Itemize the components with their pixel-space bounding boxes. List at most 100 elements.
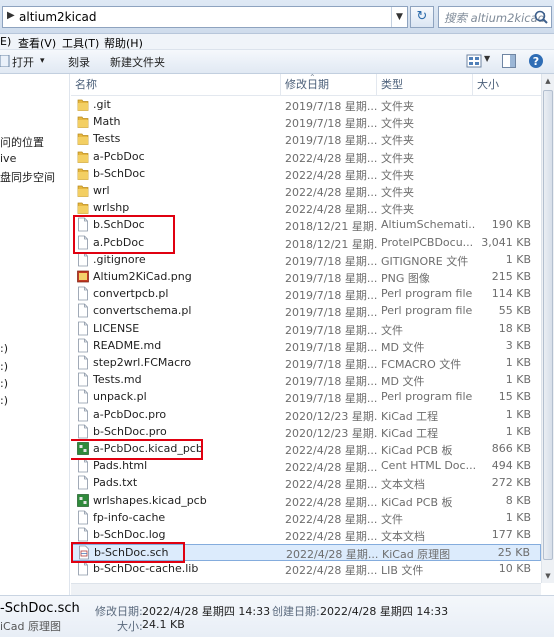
nav-item-recent-places[interactable]: 问的位置 [0,134,44,150]
search-placeholder: 搜索 altium2kicad [444,11,545,25]
nav-item-disk-2[interactable]: :) [0,360,8,373]
column-type[interactable]: 类型 [377,74,473,96]
file-row[interactable]: .git 2019/7/18 星期... 文件夹 [71,97,541,114]
file-row[interactable]: a.PcbDoc 2018/12/21 星期... ProtelPCBDocu...… [71,235,541,252]
file-name[interactable]: Pads.html [93,459,147,472]
file-name[interactable]: b.SchDoc [93,218,145,231]
file-row[interactable]: Pads.txt 2022/4/28 星期... 文本文档 272 KB [71,475,541,492]
view-options-dropdown-icon[interactable]: ▼ [484,54,490,63]
column-date[interactable]: 修改日期 [281,74,377,96]
file-row[interactable]: a-PcbDoc 2022/4/28 星期... 文件夹 [71,149,541,166]
file-row[interactable]: wrlshapes.kicad_pcb 2022/4/28 星期... KiCad … [71,493,541,510]
new-folder-button[interactable]: 新建文件夹 [110,54,165,70]
file-name[interactable]: wrl [93,184,110,197]
file-row[interactable]: Altium2KiCad.png 2019/7/18 星期... PNG 图像 215… [71,269,541,286]
preview-pane-icon[interactable] [502,54,516,68]
file-row[interactable]: b-SchDoc-cache.lib 2022/4/28 星期... LIB 文件 1… [71,561,541,578]
file-name[interactable]: a-PcbDoc [93,150,145,163]
help-icon[interactable]: ? [528,53,544,69]
file-name[interactable]: Altium2KiCad.png [93,270,192,283]
file-row[interactable]: wrl 2022/4/28 星期... 文件夹 [71,183,541,200]
file-name[interactable]: LICENSE [93,322,139,335]
file-name[interactable]: a-PcbDoc.pro [93,408,166,421]
open-dropdown-icon[interactable]: ▾ [40,56,45,66]
vertical-scrollbar[interactable]: ▲ ▼ [541,74,554,583]
address-bar[interactable]: ▶ altium2kicad ▼ [2,6,408,28]
details-file-type: iCad 原理图 [0,620,61,633]
menu-tools[interactable]: 工具(T) [62,35,99,51]
file-row[interactable]: a-PcbDoc.kicad_pcb 2022/4/28 星期... KiCad P… [71,441,541,458]
change-view-icon[interactable] [466,54,482,68]
address-history-dropdown-icon[interactable]: ▼ [391,7,407,27]
nav-item-sync-space[interactable]: 盘同步空间 [0,169,55,185]
nav-item-disk-1[interactable]: :) [0,342,8,355]
file-row[interactable]: b-SchDoc.pro 2020/12/23 星期... KiCad 工程 1 KB [71,424,541,441]
file-row[interactable]: convertpcb.pl 2019/7/18 星期... Perl program… [71,286,541,303]
search-input[interactable]: 搜索 altium2kicad [438,6,552,28]
file-name[interactable]: Tests [93,132,120,145]
file-name[interactable]: .git [93,98,111,111]
file-size: 190 KB [491,218,531,232]
file-name[interactable]: a-PcbDoc.kicad_pcb [93,442,203,455]
column-size[interactable]: 大小 [473,74,541,96]
file-row[interactable]: LICENSE 2019/7/18 星期... 文件 18 KB [71,321,541,338]
file-size: 55 KB [498,304,531,318]
file-type: PNG 图像 [381,272,430,285]
file-row[interactable]: .gitignore 2019/7/18 星期... GITIGNORE 文件 1 K… [71,252,541,269]
scroll-up-icon[interactable]: ▲ [542,74,554,88]
file-name[interactable]: Tests.md [93,373,142,386]
file-row[interactable]: Tests.md 2019/7/18 星期... MD 文件 1 KB [71,372,541,389]
details-modified-label: 修改日期: [95,605,143,618]
file-row[interactable]: Math 2019/7/18 星期... 文件夹 [71,114,541,131]
file-row[interactable]: convertschema.pl 2019/7/18 星期... Perl prog… [71,303,541,320]
file-name[interactable]: b-SchDoc-cache.lib [93,562,198,575]
file-name[interactable]: fp-info-cache [93,511,165,524]
file-row[interactable]: b-SchDoc 2022/4/28 星期... 文件夹 [71,166,541,183]
file-row[interactable]: b.SchDoc 2018/12/21 星期... AltiumSchemati..… [71,217,541,234]
file-row[interactable]: Pads.html 2022/4/28 星期... Cent HTML Doc...… [71,458,541,475]
file-row[interactable]: README.md 2019/7/18 星期... MD 文件 3 KB [71,338,541,355]
file-type: FCMACRO 文件 [381,358,462,371]
file-icon [77,252,89,267]
file-name[interactable]: b-SchDoc.log [93,528,165,541]
open-button[interactable]: 打开 [12,54,34,70]
burn-button[interactable]: 刻录 [68,54,90,70]
file-name[interactable]: b-SchDoc.pro [93,425,167,438]
menu-help[interactable]: 帮助(H) [104,35,143,51]
menu-view[interactable]: 查看(V) [18,35,56,51]
menu-edit[interactable]: E) [0,35,11,48]
file-row[interactable]: a-PcbDoc.pro 2020/12/23 星期... KiCad 工程 1 KB [71,407,541,424]
file-name[interactable]: .gitignore [93,253,146,266]
file-name[interactable]: a.PcbDoc [93,236,144,249]
file-row[interactable]: wrlshp 2022/4/28 星期... 文件夹 [71,200,541,217]
file-type: Perl program file [381,304,473,318]
scroll-thumb[interactable] [543,90,553,560]
file-row[interactable]: fp-info-cache 2022/4/28 星期... 文件 1 KB [71,510,541,527]
file-row[interactable]: b-SchDoc.log 2022/4/28 星期... 文本文档 177 KB [71,527,541,544]
file-name[interactable]: Pads.txt [93,476,137,489]
column-name[interactable]: 名称 [71,74,281,96]
file-name[interactable]: Math [93,115,121,128]
search-icon[interactable] [533,9,549,25]
breadcrumb-arrow-icon[interactable]: ▶ [7,10,15,21]
file-name[interactable]: b-SchDoc.sch [94,546,168,559]
refresh-button[interactable]: ↻ [410,6,434,28]
file-row[interactable]: step2wrl.FCMacro 2019/7/18 星期... FCMACRO 文… [71,355,541,372]
file-name[interactable]: wrlshapes.kicad_pcb [93,494,207,507]
file-name[interactable]: convertpcb.pl [93,287,168,300]
file-row[interactable]: Tests 2019/7/18 星期... 文件夹 [71,131,541,148]
file-name[interactable]: b-SchDoc [93,167,145,180]
nav-item-disk-4[interactable]: :) [0,394,8,407]
scroll-down-icon[interactable]: ▼ [542,569,554,583]
nav-item-drive[interactable]: ive [0,152,16,165]
file-name[interactable]: wrlshp [93,201,129,214]
nav-item-disk-3[interactable]: :) [0,377,8,390]
file-name[interactable]: unpack.pl [93,390,147,403]
breadcrumb-current-folder[interactable]: altium2kicad [19,10,97,24]
open-file-icon[interactable] [0,55,10,67]
file-row[interactable]: b-SchDoc.sch 2022/4/28 星期... KiCad 原理图 25 K… [71,544,541,562]
file-row[interactable]: unpack.pl 2019/7/18 星期... Perl program fil… [71,389,541,406]
file-name[interactable]: step2wrl.FCMacro [93,356,191,369]
file-name[interactable]: convertschema.pl [93,304,191,317]
file-name[interactable]: README.md [93,339,161,352]
